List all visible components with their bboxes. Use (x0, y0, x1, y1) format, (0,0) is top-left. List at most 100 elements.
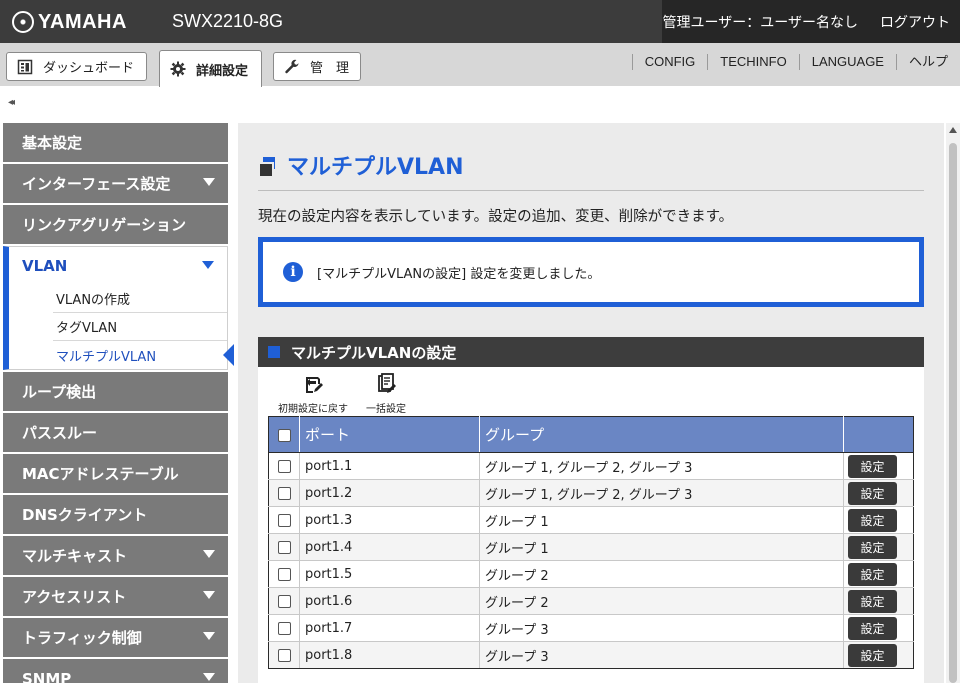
action-cell: 設定 (843, 506, 914, 534)
top-links: CONFIG TECHINFO LANGUAGE ヘルプ (631, 54, 960, 70)
port-cell: port1.7 (299, 614, 480, 642)
select-all-cell (268, 416, 300, 453)
chevron-down-icon (203, 632, 215, 640)
row-checkbox[interactable] (277, 459, 291, 473)
sidebar-item-loop-detection[interactable]: ループ検出 (3, 372, 228, 411)
bulk-settings-button[interactable]: 一括設定 (366, 373, 406, 415)
sidebar: 基本設定 インターフェース設定 リンクアグリゲーション VLAN VLANの作成… (3, 123, 234, 683)
submenu-item-multiple-vlan[interactable]: マルチプルVLAN (53, 341, 234, 369)
reset-to-default-button[interactable]: 初期設定に戻す (278, 373, 348, 415)
sidebar-item-label: DNSクライアント (22, 506, 148, 524)
sidebar-item-pass-through[interactable]: パススルー (3, 413, 228, 452)
help-link[interactable]: ヘルプ (895, 54, 960, 70)
scroll-thumb[interactable] (949, 143, 957, 683)
set-button[interactable]: 設定 (848, 508, 897, 532)
sidebar-item-access-list[interactable]: アクセスリスト (3, 577, 228, 616)
row-checkbox[interactable] (277, 621, 291, 635)
sidebar-item-dns-client[interactable]: DNSクライアント (3, 495, 228, 534)
set-button[interactable]: 設定 (848, 643, 897, 667)
user-area: 管理ユーザー：ユーザー名なし ログアウト (662, 0, 960, 43)
row-checkbox[interactable] (277, 648, 291, 662)
language-link[interactable]: LANGUAGE (798, 54, 896, 70)
port-cell: port1.1 (299, 452, 480, 480)
action-cell: 設定 (843, 587, 914, 615)
port-cell: port1.8 (299, 641, 480, 669)
chevron-down-icon (203, 550, 215, 558)
notice-text: [マルチプルVLANの設定] 設定を変更しました。 (317, 266, 601, 282)
set-button[interactable]: 設定 (848, 454, 897, 478)
page-scrollbar[interactable] (946, 123, 960, 683)
collapse-sidebar-icon[interactable]: ◂◂ (8, 97, 15, 108)
sidebar-item-traffic-control[interactable]: トラフィック制御 (3, 618, 228, 657)
device-model: SWX2210-8G (172, 11, 284, 31)
group-cell: グループ 1 (479, 506, 844, 534)
set-button[interactable]: 設定 (848, 562, 897, 586)
dashboard-icon (17, 59, 33, 75)
submenu-item-tag-vlan[interactable]: タグVLAN (53, 313, 227, 341)
tab-dashboard[interactable]: ダッシュボード (6, 52, 147, 81)
vlan-submenu: VLANの作成 タグVLAN マルチプルVLAN (3, 285, 234, 370)
tab-advanced-settings[interactable]: 詳細設定 (159, 50, 262, 87)
info-icon: i (283, 262, 303, 282)
wrench-icon (284, 59, 300, 75)
main-content: マルチプルVLAN 現在の設定内容を表示しています。設定の追加、変更、削除ができ… (238, 123, 944, 683)
top-header: YAMAHA SWX2210-8G 管理ユーザー：ユーザー名なし ログアウト (0, 0, 960, 43)
config-link[interactable]: CONFIG (631, 54, 708, 70)
sidebar-item-label: パススルー (22, 424, 98, 442)
select-all-checkbox[interactable] (277, 428, 291, 442)
group-cell: グループ 2 (479, 560, 844, 588)
row-checkbox[interactable] (277, 486, 291, 500)
set-button[interactable]: 設定 (848, 589, 897, 613)
action-cell: 設定 (843, 614, 914, 642)
sidebar-item-label: MACアドレステーブル (22, 465, 179, 483)
table-header-row: ポート グループ (268, 416, 914, 453)
set-button[interactable]: 設定 (848, 481, 897, 505)
sidebar-item-vlan[interactable]: VLAN (3, 246, 228, 285)
port-cell: port1.3 (299, 506, 480, 534)
table-row: port1.3 グループ 1 設定 (268, 506, 914, 534)
port-cell: port1.5 (299, 560, 480, 588)
sidebar-item-interface-settings[interactable]: インターフェース設定 (3, 164, 228, 203)
port-cell: port1.6 (299, 587, 480, 615)
bulk-label: 一括設定 (366, 404, 406, 415)
port-cell: port1.4 (299, 533, 480, 561)
row-checkbox[interactable] (277, 513, 291, 527)
scroll-up-icon[interactable] (949, 127, 957, 133)
row-checkbox-cell (268, 641, 300, 669)
sidebar-item-label: トラフィック制御 (22, 629, 142, 647)
title-squares-icon (258, 156, 275, 178)
row-checkbox[interactable] (277, 567, 291, 581)
table-row: port1.8 グループ 3 設定 (268, 641, 914, 669)
table-row: port1.1 グループ 1, グループ 2, グループ 3 設定 (268, 452, 914, 480)
sidebar-item-link-aggregation[interactable]: リンクアグリゲーション (3, 205, 228, 244)
set-button[interactable]: 設定 (848, 535, 897, 559)
page-title: マルチプルVLAN (258, 149, 463, 181)
set-button[interactable]: 設定 (848, 616, 897, 640)
group-cell: グループ 2 (479, 587, 844, 615)
column-header-action (843, 416, 914, 453)
reset-label: 初期設定に戻す (278, 404, 348, 415)
row-checkbox[interactable] (277, 540, 291, 554)
logout-link[interactable]: ログアウト (880, 12, 950, 32)
tab-label: ダッシュボード (43, 61, 135, 76)
sidebar-item-basic-settings[interactable]: 基本設定 (3, 123, 228, 162)
section-square-icon (268, 346, 280, 358)
row-checkbox-cell (268, 614, 300, 642)
row-checkbox-cell (268, 560, 300, 588)
gear-icon (170, 61, 186, 77)
action-cell: 設定 (843, 533, 914, 561)
tab-management[interactable]: 管 理 (273, 52, 361, 81)
techinfo-link[interactable]: TECHINFO (707, 54, 798, 70)
sidebar-item-label: 基本設定 (22, 134, 83, 152)
group-cell: グループ 1, グループ 2, グループ 3 (479, 452, 844, 480)
sidebar-item-mac-table[interactable]: MACアドレステーブル (3, 454, 228, 493)
submenu-item-vlan-create[interactable]: VLANの作成 (53, 285, 227, 313)
row-checkbox-cell (268, 452, 300, 480)
sidebar-item-multicast[interactable]: マルチキャスト (3, 536, 228, 575)
column-header-port: ポート (299, 416, 480, 453)
user-status: 管理ユーザー：ユーザー名なし (662, 14, 858, 31)
tab-label: 詳細設定 (196, 63, 249, 79)
settings-panel: 初期設定に戻す 一括設定 ポート グループ port1.1 グループ 1, グル… (258, 367, 924, 683)
sidebar-item-snmp[interactable]: SNMP (3, 659, 228, 683)
row-checkbox[interactable] (277, 594, 291, 608)
